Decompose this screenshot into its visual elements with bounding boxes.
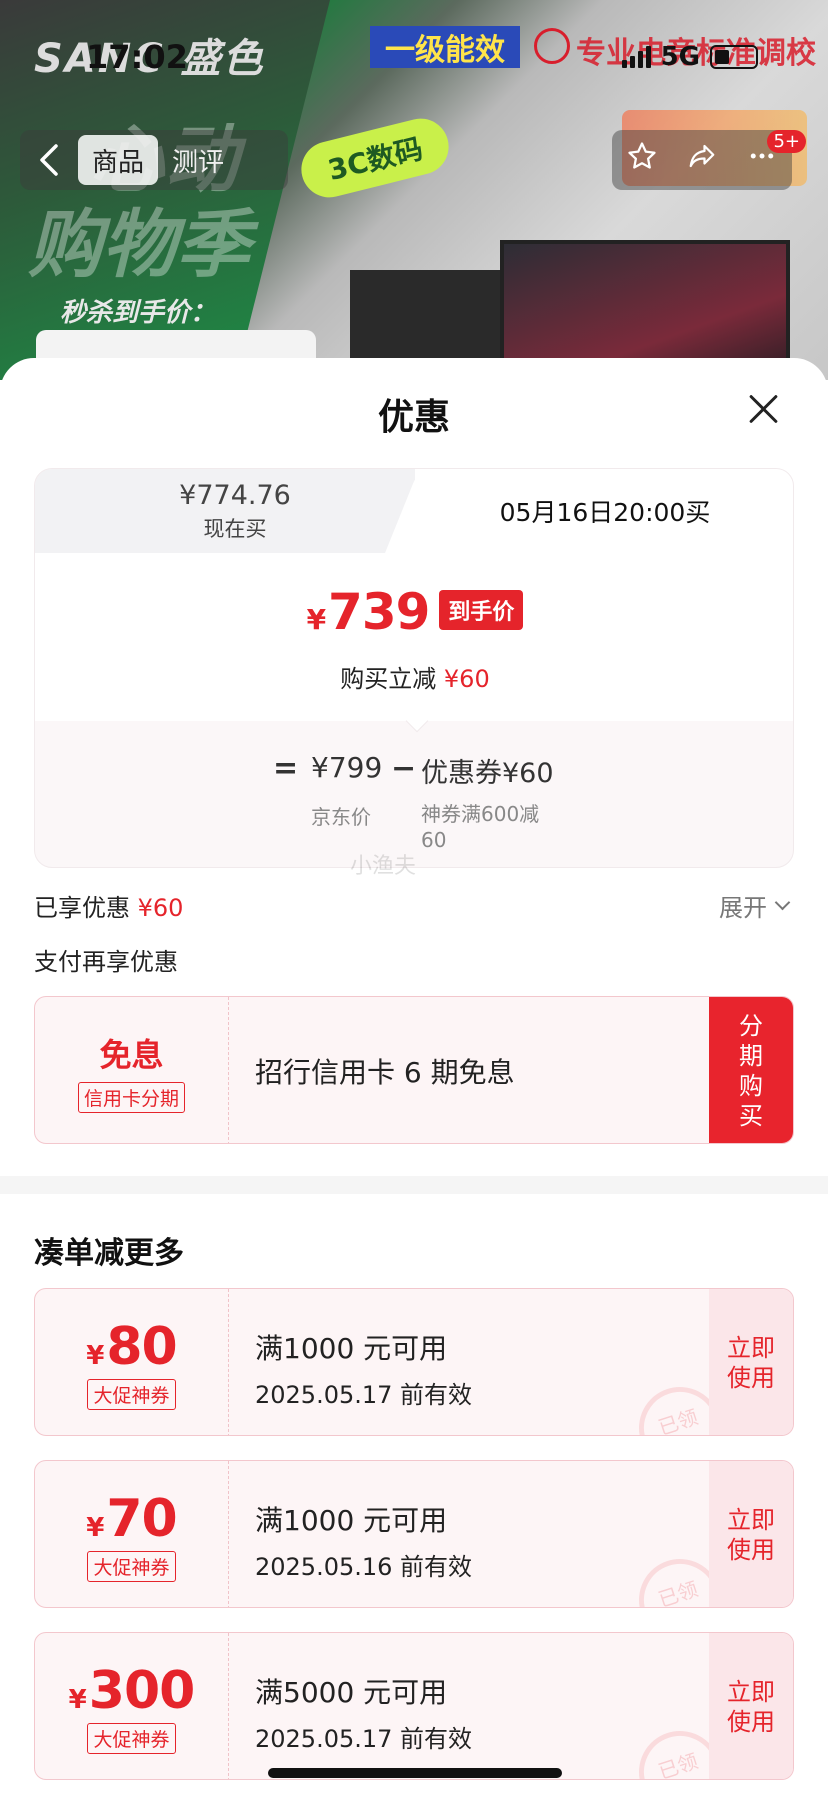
- banner-slogan-2: 购物季: [28, 202, 250, 288]
- coupon-desc: 神券满600减60: [421, 802, 540, 852]
- product-nav: 商品 测评: [20, 130, 288, 190]
- installment-buy-button[interactable]: 分期购买: [709, 997, 793, 1143]
- jd-price-label: 京东价: [311, 805, 371, 829]
- close-icon[interactable]: [748, 394, 778, 424]
- energy-label: 一级能效: [370, 26, 520, 68]
- coupon-value: 300: [88, 1660, 196, 1721]
- pay-again-label: 支付再享优惠: [34, 948, 178, 976]
- network-label: 5G: [660, 42, 700, 72]
- star-icon[interactable]: [627, 141, 657, 179]
- chevron-down-icon: [774, 894, 791, 911]
- home-indicator[interactable]: [268, 1768, 562, 1778]
- tab-buy-later[interactable]: 05月16日20:00买: [415, 469, 793, 553]
- now-label: 现在买: [203, 516, 267, 541]
- final-price-area: ¥ 739 到手价 购买立减 ¥60: [35, 553, 793, 721]
- coupon-amount: ¥ 300: [68, 1660, 196, 1721]
- tag-3c: 3C数码: [295, 112, 455, 204]
- use-coupon-button[interactable]: 立即使用: [709, 1461, 793, 1607]
- coupon-amount: ¥ 70: [86, 1488, 177, 1549]
- enjoyed-amount: ¥60: [137, 894, 184, 922]
- status-time: 17:02: [86, 38, 188, 76]
- coupon-validity: 2025.05.17 前有效: [255, 1381, 473, 1409]
- coupon-card: ¥ 80 大促神券 满1000 元可用 2025.05.17 前有效 已领 立即…: [34, 1288, 794, 1436]
- reduce-line: 购买立减 ¥60: [35, 659, 793, 694]
- coupon-symbol: ¥: [68, 1684, 87, 1715]
- tab-buy-now[interactable]: ¥774.76 现在买: [35, 469, 435, 553]
- coupon-left: ¥ 80 大促神券: [35, 1289, 229, 1435]
- back-icon[interactable]: [20, 130, 78, 190]
- coupon-amount: ¥ 80: [86, 1316, 177, 1377]
- coupon-tag: 大促神券: [87, 1722, 176, 1754]
- battery-icon: [710, 45, 758, 69]
- watermark: 小渔夫: [350, 854, 417, 879]
- coupon-tag: 大促神券: [87, 1550, 176, 1582]
- more-discount-title: 凑单减更多: [34, 1236, 184, 1271]
- now-price: ¥774.76: [179, 479, 291, 511]
- share-icon[interactable]: [687, 141, 717, 179]
- reduce-label: 购买立减: [340, 665, 437, 693]
- final-price-tag: 到手价: [439, 590, 524, 630]
- coupon-left: ¥ 300 大促神券: [35, 1633, 229, 1779]
- message-badge: 5+: [767, 130, 806, 153]
- seckill-label: 秒杀到手价：: [60, 298, 217, 328]
- coupon-card: ¥ 300 大促神券 满5000 元可用 2025.05.17 前有效 已领 立…: [34, 1632, 794, 1780]
- installment-tag: 信用卡分期: [77, 1081, 185, 1113]
- coupon-amount: 优惠券¥60: [421, 758, 554, 789]
- final-price: ¥ 739 到手价: [35, 583, 793, 641]
- expand-button[interactable]: 展开: [719, 888, 791, 923]
- nav-actions: [612, 130, 792, 190]
- installment-card: 免息 信用卡分期 招行信用卡 6 期免息 分期购买: [34, 996, 794, 1144]
- price-formula: = ¥799 − 优惠券¥60 京东价 神券满600减60: [35, 731, 793, 861]
- coupon-value: 70: [106, 1488, 177, 1549]
- installment-left: 免息 信用卡分期: [35, 997, 229, 1143]
- expand-label: 展开: [719, 894, 767, 922]
- coupon-symbol: ¥: [86, 1340, 105, 1371]
- price-card: ¥774.76 现在买 05月16日20:00买 ¥ 739 到手价 购买立减 …: [34, 468, 794, 868]
- coupon-value: 80: [106, 1316, 177, 1377]
- coupon-symbol: ¥: [86, 1512, 105, 1543]
- use-coupon-button[interactable]: 立即使用: [709, 1289, 793, 1435]
- coupon-validity: 2025.05.16 前有效: [255, 1553, 473, 1581]
- enjoyed-label: 已享优惠: [34, 894, 130, 922]
- signal-icon: [621, 46, 651, 68]
- coupon-condition: 满5000 元可用: [255, 1676, 448, 1709]
- installment-title: 免息: [99, 1035, 164, 1074]
- coupon-condition: 满1000 元可用: [255, 1332, 448, 1365]
- formula-equals: =: [273, 751, 299, 786]
- section-divider: [0, 1176, 828, 1194]
- use-coupon-button[interactable]: 立即使用: [709, 1633, 793, 1779]
- tab-goods[interactable]: 商品: [78, 135, 159, 185]
- enjoyed-discount: 已享优惠 ¥60: [34, 888, 183, 923]
- final-price-symbol: ¥: [306, 603, 327, 636]
- sheet-title: 优惠: [377, 397, 450, 438]
- reduce-amount: ¥60: [443, 665, 490, 693]
- status-icons: 5G: [621, 42, 758, 72]
- coupon-card: ¥ 70 大促神券 满1000 元可用 2025.05.16 前有效 已领 立即…: [34, 1460, 794, 1608]
- coupon-left: ¥ 70 大促神券: [35, 1461, 229, 1607]
- formula-minus: −: [391, 751, 417, 786]
- jd-price: ¥799: [311, 751, 383, 784]
- tab-review[interactable]: 测评: [158, 135, 238, 185]
- installment-desc: 招行信用卡 6 期免息: [255, 1056, 515, 1089]
- coupon-validity: 2025.05.17 前有效: [255, 1725, 473, 1753]
- discount-sheet: 优惠 ¥774.76 现在买 05月16日20:00买 ¥ 739 到手价 购买…: [0, 358, 828, 1796]
- coupon-condition: 满1000 元可用: [255, 1504, 448, 1537]
- final-price-value: 739: [328, 583, 430, 641]
- coupon-tag: 大促神券: [87, 1378, 176, 1410]
